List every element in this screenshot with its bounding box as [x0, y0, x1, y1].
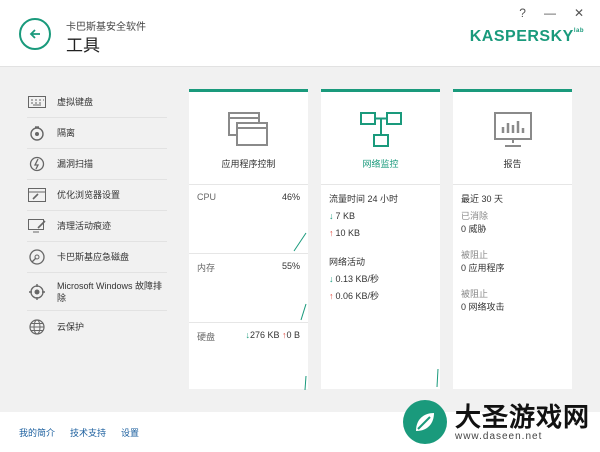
activity-up-value: 0.06 KB/秒 — [335, 291, 380, 301]
disk-row: 硬盘 ↓276 KB ↑0 B — [189, 323, 308, 392]
memory-sparkline — [300, 303, 307, 321]
sidebar-item-label: 云保护 — [57, 321, 85, 332]
troubleshoot-icon — [27, 282, 47, 302]
blocked-attacks-value: 0 网络攻击 — [461, 302, 505, 312]
arrow-down-icon: ↓ — [329, 274, 334, 284]
app-control-tile[interactable]: 应用程序控制 — [189, 92, 308, 185]
cpu-label: CPU — [197, 192, 217, 202]
sidebar-item-browser-settings[interactable]: 优化浏览器设置 — [27, 180, 167, 211]
sidebar-item-cloud-protection[interactable]: 云保护 — [27, 311, 167, 342]
activity-up-line: ↑ 0.06 KB/秒 — [329, 288, 432, 305]
network-monitor-title: 网络监控 — [362, 159, 399, 169]
memory-row: 内存 55% — [189, 254, 308, 323]
activity-down-line: ↓ 0.13 KB/秒 — [329, 271, 432, 288]
sidebar-item-virtual-keyboard[interactable]: 虚拟键盘 — [27, 87, 167, 118]
activity-label: 网络活动 — [329, 257, 366, 267]
disk-write-value: 0 B — [286, 330, 300, 340]
report-period: 最近 30 天 — [461, 194, 504, 204]
quarantine-icon — [27, 123, 47, 143]
sidebar-item-rescue-disk[interactable]: 卡巴斯基应急磁盘 — [27, 242, 167, 273]
sidebar-item-label: 虚拟键盘 — [57, 97, 94, 107]
sidebar-item-quarantine[interactable]: 隔离 — [27, 118, 167, 149]
watermark: 大圣游戏网 www.daseen.net — [402, 398, 590, 446]
back-button[interactable] — [19, 18, 51, 50]
main-panel: 虚拟键盘 隔离 漏洞扫描 优化浏览器设置 清理活动痕迹 卡巴斯基应急磁盘 Mic… — [0, 66, 600, 412]
removed-label: 已消除 — [461, 211, 489, 221]
memory-label: 内存 — [197, 263, 216, 273]
report-monitor-icon — [493, 112, 532, 147]
rescue-disk-icon — [27, 247, 47, 267]
network-traffic-block: 流量时间 24 小时 ↓ 7 KB ↑ 10 KB 网络活动 ↓ 0.13 KB/秒 … — [321, 185, 440, 305]
disk-read-value: 276 KB — [249, 330, 280, 340]
my-profile-link[interactable]: 我的简介 — [19, 426, 55, 439]
close-button[interactable]: ✕ — [574, 6, 584, 20]
sidebar-item-label: 漏洞扫描 — [57, 159, 94, 169]
minimize-button[interactable]: — — [544, 6, 556, 20]
sidebar-item-label: 隔离 — [57, 128, 76, 138]
sidebar-item-privacy-cleaner[interactable]: 清理活动痕迹 — [27, 211, 167, 242]
traffic-up-value: 10 KB — [335, 228, 361, 238]
traffic-down-value: 7 KB — [335, 211, 356, 221]
cpu-value: 46% — [281, 192, 300, 202]
kaspersky-logo: KASPERSKYlab — [470, 28, 584, 46]
disk-values: ↓276 KB ↑0 B — [245, 330, 300, 340]
cpu-row: CPU 46% — [189, 185, 308, 254]
network-monitor-tile[interactable]: 网络监控 — [321, 92, 440, 185]
cpu-sparkline — [293, 232, 307, 252]
tools-sidebar: 虚拟键盘 隔离 漏洞扫描 优化浏览器设置 清理活动痕迹 卡巴斯基应急磁盘 Mic… — [27, 87, 167, 342]
blocked-apps-label: 被阻止 — [461, 250, 489, 260]
sidebar-item-label: 卡巴斯基应急磁盘 — [57, 252, 130, 262]
help-button[interactable]: ? — [519, 6, 526, 20]
traffic-down-line: ↓ 7 KB — [329, 208, 432, 225]
network-icon — [359, 112, 402, 147]
keyboard-icon — [27, 92, 47, 112]
sidebar-item-vulnerability-scan[interactable]: 漏洞扫描 — [27, 149, 167, 180]
memory-value: 55% — [281, 261, 300, 271]
vulnerability-scan-icon — [27, 154, 47, 174]
sidebar-item-label: Microsoft Windows 故障排除 — [57, 280, 163, 303]
activity-down-value: 0.13 KB/秒 — [335, 274, 380, 284]
network-sparkline — [436, 368, 439, 388]
logo-suffix: lab — [573, 28, 584, 34]
disk-label: 硬盘 — [197, 332, 216, 342]
windows-stack-icon — [227, 112, 268, 146]
blocked-attacks-label: 被阻止 — [461, 289, 489, 299]
header: 卡巴斯基安全软件 工具 ? — ✕ KASPERSKYlab — [0, 0, 600, 66]
traffic-up-line: ↑ 10 KB — [329, 225, 432, 242]
reports-card: 报告 最近 30 天 已消除 0 威胁 被阻止 0 应用程序 被阻止 0 网络攻… — [453, 89, 572, 389]
removed-value: 0 威胁 — [461, 224, 487, 234]
sidebar-item-label: 优化浏览器设置 — [57, 190, 121, 200]
watermark-url: www.daseen.net — [454, 430, 543, 442]
window-controls: ? — ✕ — [519, 6, 584, 20]
arrow-up-icon: ↑ — [329, 228, 334, 238]
privacy-cleaner-icon — [27, 216, 47, 236]
support-link[interactable]: 技术支持 — [70, 426, 106, 439]
settings-link[interactable]: 设置 — [121, 426, 139, 439]
leaf-logo-icon — [402, 400, 447, 444]
reports-info: 最近 30 天 已消除 0 威胁 被阻止 0 应用程序 被阻止 0 网络攻击 — [453, 185, 572, 314]
disk-sparkline — [304, 375, 307, 391]
watermark-title: 大圣游戏网 — [454, 401, 590, 432]
sidebar-item-label: 清理活动痕迹 — [57, 221, 112, 231]
arrow-up-icon: ↑ — [329, 291, 334, 301]
traffic-label: 流量时间 24 小时 — [329, 194, 399, 204]
cloud-protection-icon — [27, 317, 47, 337]
arrow-down-icon: ↓ — [329, 211, 334, 221]
browser-settings-icon — [27, 185, 47, 205]
sidebar-item-windows-troubleshooting[interactable]: Microsoft Windows 故障排除 — [27, 273, 167, 311]
app-control-card: 应用程序控制 CPU 46% 内存 55% 硬盘 ↓276 KB ↑0 B — [189, 89, 308, 392]
page-title: 工具 — [66, 36, 100, 55]
reports-title: 报告 — [503, 159, 522, 169]
blocked-apps-value: 0 应用程序 — [461, 263, 505, 273]
arrow-left-icon — [29, 29, 40, 39]
network-monitor-card: 网络监控 流量时间 24 小时 ↓ 7 KB ↑ 10 KB 网络活动 ↓ 0.13 … — [321, 89, 440, 389]
app-control-title: 应用程序控制 — [221, 159, 276, 169]
reports-tile[interactable]: 报告 — [453, 92, 572, 185]
logo-text: KASPERSKY — [469, 28, 574, 45]
